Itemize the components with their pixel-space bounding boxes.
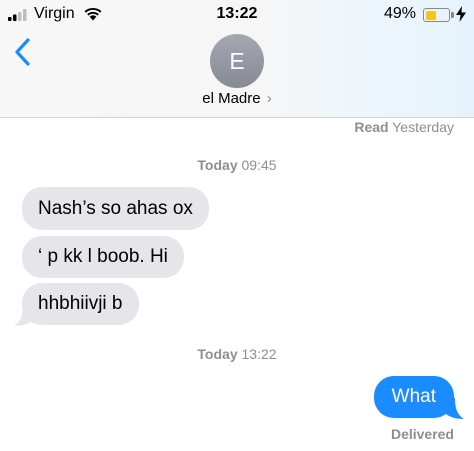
incoming-message-bubble[interactable]: Nash’s so ahas ox bbox=[22, 187, 209, 230]
contact-avatar[interactable]: E bbox=[210, 34, 264, 88]
timestamp-time: 09:45 bbox=[241, 157, 277, 173]
contact-name: el Madre bbox=[202, 90, 261, 107]
message-text: Nash’s so ahas ox bbox=[38, 197, 193, 219]
lightning-bolt-icon bbox=[456, 6, 466, 22]
incoming-message-bubble[interactable]: ‘ p kk l boob. Hi bbox=[22, 236, 184, 278]
read-receipt: Read Yesterday bbox=[354, 119, 454, 135]
battery-level bbox=[425, 10, 437, 20]
timestamp-day: Today bbox=[197, 157, 238, 173]
message-text: hhbhiivji b bbox=[38, 293, 123, 314]
incoming-message-bubble[interactable]: hhbhiivji b bbox=[22, 283, 139, 325]
chevron-right-icon: › bbox=[266, 90, 272, 107]
incoming-bubble-tail bbox=[14, 305, 34, 326]
outgoing-bubble-tail bbox=[444, 398, 464, 419]
conversation-header: Virgin 13:22 49% E el Madre › bbox=[0, 0, 474, 118]
avatar-initial: E bbox=[229, 47, 245, 74]
timestamp-time: 13:22 bbox=[241, 346, 277, 362]
timestamp: Today 13:22 bbox=[0, 346, 474, 362]
read-label: Read bbox=[354, 119, 389, 135]
contact-name-button[interactable]: el Madre › bbox=[0, 90, 474, 107]
battery-cap bbox=[451, 12, 454, 18]
back-chevron-icon[interactable] bbox=[14, 38, 32, 66]
message-text: ‘ p kk l boob. Hi bbox=[38, 246, 168, 267]
delivery-status: Delivered bbox=[390, 426, 454, 442]
timestamp: Today 09:45 bbox=[0, 157, 474, 173]
message-text: What bbox=[391, 386, 436, 407]
status-bar: Virgin 13:22 49% bbox=[0, 0, 474, 28]
battery-percent: 49% bbox=[383, 5, 416, 22]
timestamp-day: Today bbox=[197, 346, 238, 362]
battery-icon bbox=[423, 8, 450, 22]
read-time: Yesterday bbox=[392, 119, 454, 135]
